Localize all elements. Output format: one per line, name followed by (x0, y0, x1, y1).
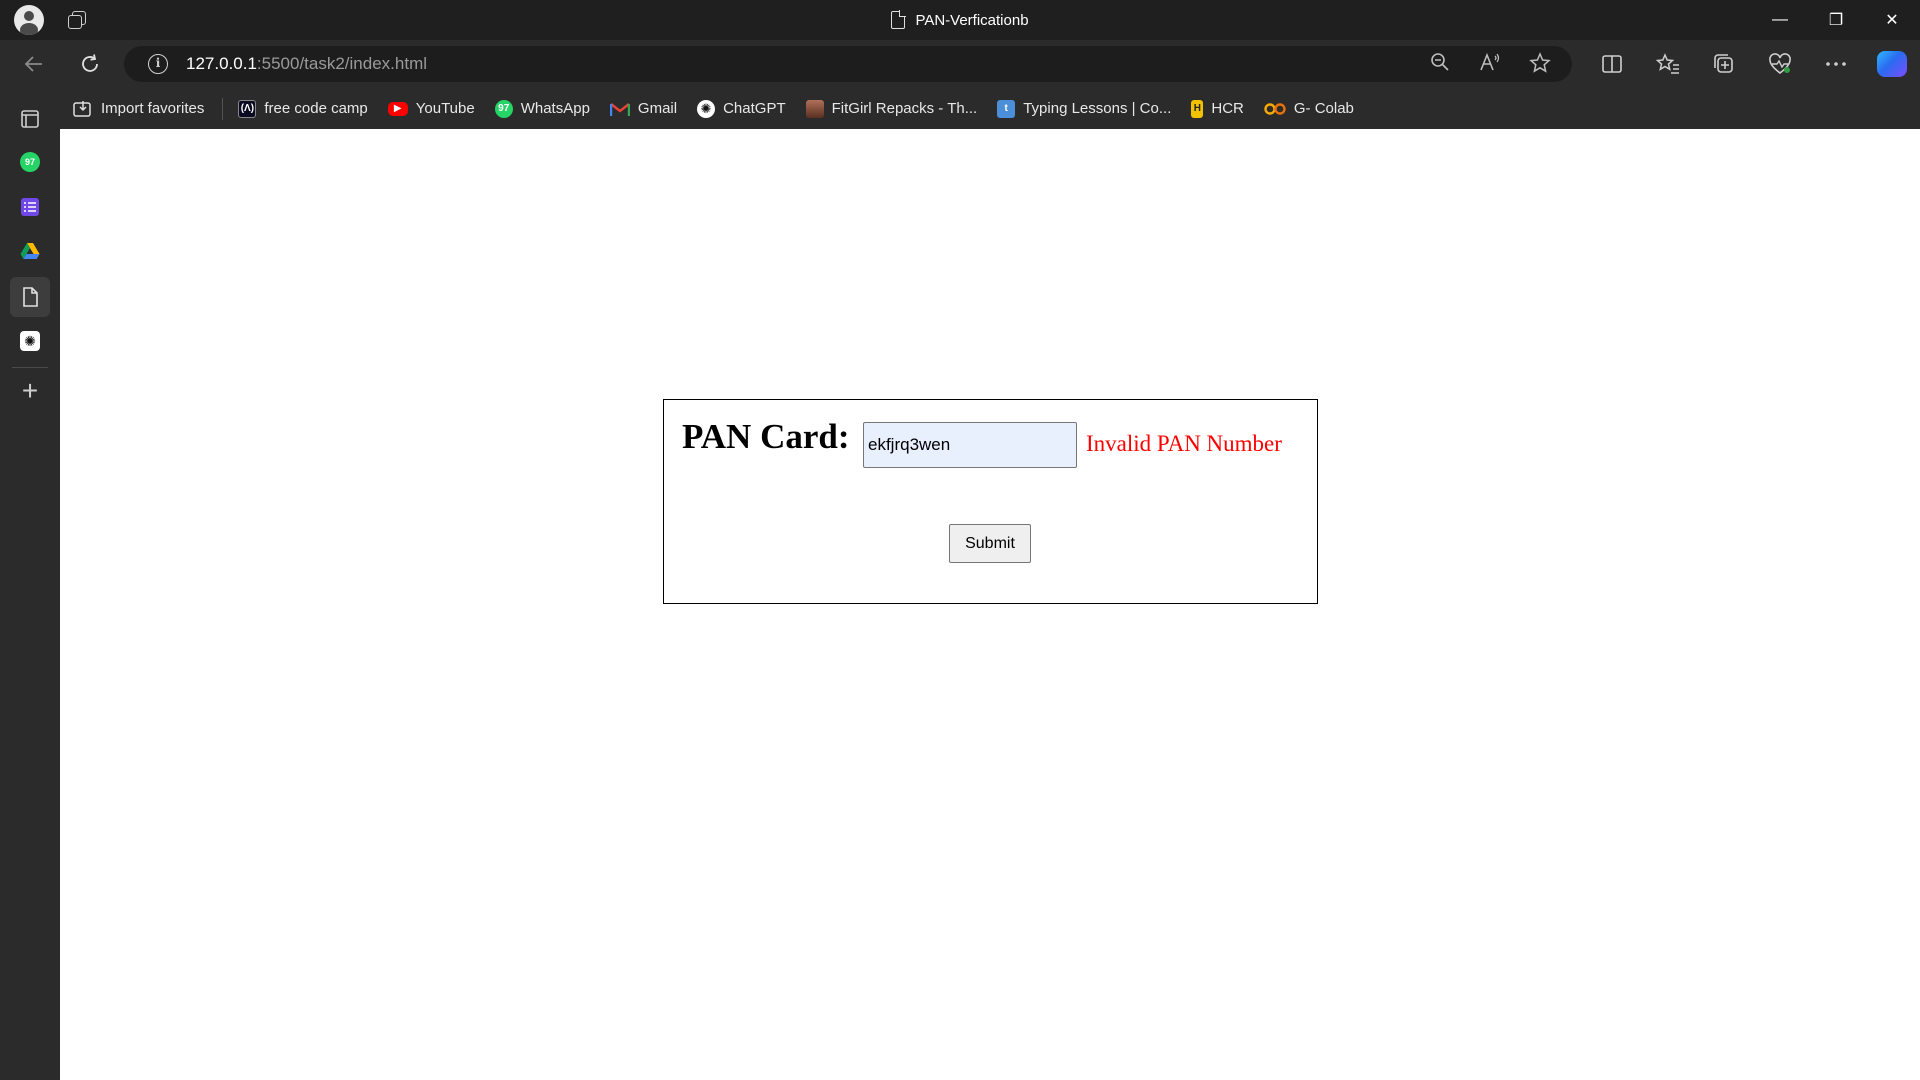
refresh-button[interactable] (72, 48, 108, 80)
gmail-icon (609, 102, 630, 116)
freecodecamp-icon: (Λ) (238, 99, 257, 118)
fav-label: Import favorites (101, 100, 205, 117)
fav-chatgpt[interactable]: ✺ ChatGPT (697, 99, 786, 118)
heart-pulse-icon (1769, 53, 1791, 75)
address-toolbar: i 127.0.0.1:5500/task2/index.html (0, 40, 1920, 88)
read-aloud-icon[interactable] (1476, 52, 1504, 79)
sidebar-tabs-button[interactable] (10, 99, 50, 139)
split-screen-button[interactable] (1594, 48, 1630, 80)
fav-label: FitGirl Repacks - Th... (831, 100, 978, 117)
copilot-icon (1877, 51, 1907, 77)
sidebar-google-drive[interactable] (10, 231, 50, 271)
page-content: PAN Card: Invalid PAN Number Submit (60, 129, 1920, 1080)
pan-error-message: Invalid PAN Number (1086, 431, 1282, 456)
favorites-divider (222, 97, 224, 120)
minimize-button[interactable]: — (1752, 0, 1808, 40)
restore-button[interactable]: ❐ (1808, 0, 1864, 40)
title-bar: PAN-Verficationb — ❐ ✕ (0, 0, 1920, 40)
sidebar-document[interactable] (10, 277, 50, 317)
fav-fitgirl[interactable]: FitGirl Repacks - Th... (805, 99, 978, 118)
fav-label: Gmail (637, 100, 678, 117)
collections-button[interactable] (1706, 48, 1742, 80)
fav-label: ChatGPT (723, 100, 786, 117)
fav-label: YouTube (415, 100, 475, 117)
profile-avatar-icon[interactable] (14, 5, 44, 35)
fav-label: G- Colab (1293, 100, 1354, 117)
typing-icon: t (997, 99, 1016, 118)
url-host: 127.0.0.1 (186, 54, 257, 73)
import-icon (73, 100, 91, 117)
fav-g-colab[interactable]: G- Colab (1264, 100, 1354, 117)
arrow-left-icon (24, 56, 42, 72)
sidebar: 97 ✺ + (0, 88, 60, 1080)
favorites-button[interactable] (1650, 48, 1686, 80)
fav-hcr[interactable]: H HCR (1191, 99, 1244, 118)
whatsapp-icon: 97 (494, 99, 513, 118)
colab-icon (1264, 102, 1286, 115)
hcr-icon: H (1191, 99, 1204, 118)
fav-typing-lessons[interactable]: t Typing Lessons | Co... (997, 99, 1172, 118)
sidebar-divider (12, 367, 48, 368)
list-icon (21, 198, 39, 216)
collections-icon (1714, 54, 1733, 73)
address-bar[interactable]: i 127.0.0.1:5500/task2/index.html (124, 46, 1572, 82)
active-tab[interactable]: PAN-Verficationb (0, 0, 1920, 40)
url-path: :5500/task2/index.html (256, 54, 428, 73)
pan-card-label: PAN Card: (682, 417, 850, 456)
page-document-icon (891, 10, 907, 29)
workspaces-icon[interactable] (66, 9, 88, 31)
fav-youtube[interactable]: ▶ YouTube (387, 100, 475, 117)
sidebar-whatsapp[interactable]: 97 (10, 142, 50, 182)
whatsapp-icon: 97 (20, 152, 40, 172)
youtube-icon: ▶ (387, 101, 408, 116)
split-screen-icon (1602, 55, 1622, 73)
fitgirl-icon (805, 99, 824, 118)
fav-label: free code camp (264, 100, 368, 117)
vertical-tabs-icon (21, 110, 39, 128)
plus-icon: + (21, 375, 39, 406)
url-text[interactable]: 127.0.0.1:5500/task2/index.html (186, 54, 427, 74)
chatgpt-icon: ✺ (20, 331, 40, 351)
settings-more-button[interactable] (1818, 48, 1854, 80)
sidebar-lists[interactable] (10, 187, 50, 227)
copilot-button[interactable] (1874, 48, 1910, 80)
fav-label: HCR (1211, 100, 1244, 117)
sidebar-add-button[interactable]: + (10, 371, 50, 411)
favorites-bar: Import favorites (Λ) free code camp ▶ Yo… (60, 88, 1920, 129)
fav-import-favorites[interactable]: Import favorites (73, 100, 204, 118)
pan-number-input[interactable] (863, 422, 1077, 468)
more-dots-icon (1826, 62, 1846, 66)
document-icon (23, 287, 38, 307)
site-info-icon[interactable]: i (148, 54, 168, 74)
fav-whatsapp[interactable]: 97 WhatsApp (494, 99, 590, 118)
refresh-icon (82, 54, 98, 72)
fav-gmail[interactable]: Gmail (609, 100, 678, 117)
chatgpt-icon: ✺ (697, 99, 716, 118)
favorites-list-icon (1656, 53, 1679, 74)
pan-verification-form: PAN Card: Invalid PAN Number Submit (663, 399, 1318, 604)
tab-title-text: PAN-Verficationb (915, 11, 1029, 29)
fav-label: Typing Lessons | Co... (1023, 100, 1172, 117)
favorite-star-icon[interactable] (1526, 52, 1554, 79)
fav-label: WhatsApp (520, 100, 590, 117)
back-button[interactable] (16, 48, 52, 80)
submit-button[interactable]: Submit (949, 524, 1031, 563)
google-drive-icon (20, 243, 40, 259)
fav-free-code-camp[interactable]: (Λ) free code camp (238, 99, 368, 118)
close-window-button[interactable]: ✕ (1864, 0, 1920, 40)
browser-essentials-button[interactable] (1762, 48, 1798, 80)
sidebar-chatgpt[interactable]: ✺ (10, 321, 50, 361)
zoom-out-icon[interactable] (1426, 52, 1454, 79)
